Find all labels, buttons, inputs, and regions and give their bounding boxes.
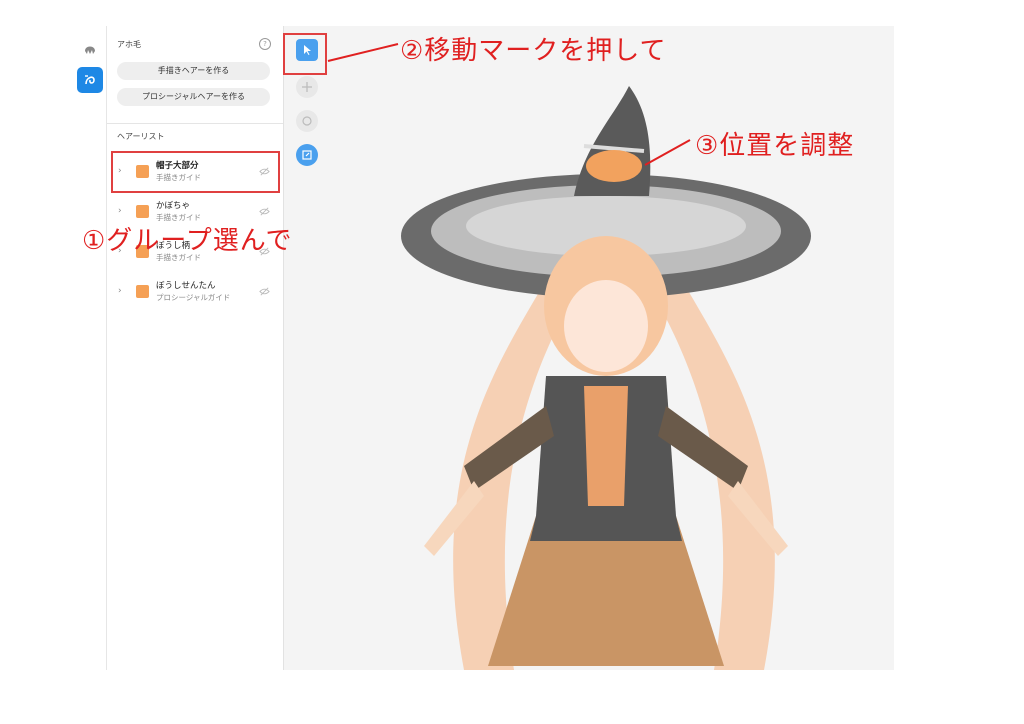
annotation-step-2: ②移動マークを押して <box>400 36 667 66</box>
annotation-step-1: ①グループ選んで <box>82 226 293 256</box>
annotation-arrows <box>327 43 691 166</box>
annotation-step-3: ③位置を調整 <box>695 131 855 161</box>
